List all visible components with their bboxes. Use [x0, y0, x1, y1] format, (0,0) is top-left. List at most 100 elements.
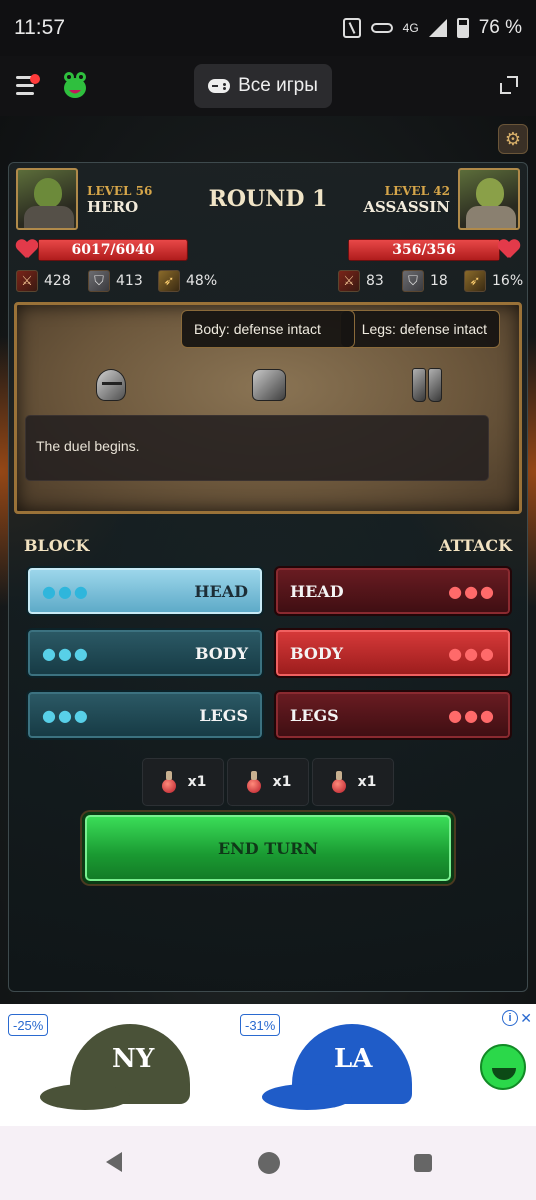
smiley-logo-icon — [480, 1044, 526, 1090]
block-body-button[interactable]: ●●● BODY — [26, 628, 264, 678]
attack-legs-dots: ●●● — [448, 705, 496, 725]
attack-head-label: HEAD — [290, 581, 344, 601]
block-legs-button[interactable]: ●●● LEGS — [26, 690, 264, 740]
cap-logo: NY — [112, 1044, 155, 1074]
potion-slot[interactable]: x1 — [227, 758, 309, 806]
legs-tooltip: Legs: defense intact — [340, 310, 500, 348]
clock: 11:57 — [14, 16, 65, 39]
all-games-label: Все игры — [238, 75, 318, 96]
battery-percent: 76 % — [478, 17, 522, 38]
potion-count: x1 — [272, 774, 292, 790]
shield-icon: ⛉ — [88, 270, 110, 292]
block-body-label: BODY — [194, 643, 248, 663]
crit-icon: ➶ — [158, 270, 180, 292]
enemy-attack-value: 83 — [366, 273, 384, 289]
health-potion-icon — [245, 771, 263, 793]
attack-legs-label: LEGS — [290, 705, 339, 725]
enemy-level: LEVEL 42 — [384, 184, 450, 198]
cap-logo: LA — [334, 1044, 373, 1074]
sword-icon: ⚔ — [338, 270, 360, 292]
battery-icon — [456, 18, 469, 38]
block-head-label: HEAD — [194, 581, 248, 601]
player-defense-stat: ⛉ 413 — [88, 270, 143, 292]
block-legs-dots: ●●● — [42, 705, 90, 725]
potion-count: x1 — [357, 774, 377, 790]
block-head-button[interactable]: ●●● HEAD — [26, 566, 264, 616]
attack-head-button[interactable]: HEAD ●●● — [274, 566, 512, 616]
body-tooltip: Body: defense intact — [181, 310, 355, 348]
cap-image: LA — [262, 1014, 422, 1124]
attack-heading: ATTACK — [439, 536, 512, 555]
player-heart-icon — [16, 240, 38, 260]
log-entry: The duel begins. — [36, 438, 140, 454]
health-potion-icon — [160, 771, 178, 793]
player-crit-stat: ➶ 48% — [158, 270, 217, 292]
discount-badge: -31% — [240, 1014, 281, 1036]
enemy-hp-bar: 356/356 — [348, 239, 500, 261]
legs-tooltip-text: Legs: defense intact — [361, 321, 487, 337]
ad-info-icon[interactable]: i — [502, 1010, 518, 1026]
network-type: 4G — [402, 21, 419, 35]
enemy-attack-stat: ⚔ 83 — [338, 270, 384, 292]
battle-log: The duel begins. — [25, 415, 489, 481]
vpn-key-icon — [370, 23, 393, 33]
potion-slot[interactable]: x1 — [142, 758, 224, 806]
player-attack-value: 428 — [44, 273, 71, 289]
status-bar: 11:57 4G 76 % — [0, 0, 536, 56]
health-potion-icon — [330, 771, 348, 793]
enemy-defense-stat: ⛉ 18 — [402, 270, 448, 292]
helmet-icon — [96, 369, 126, 401]
settings-gear-icon[interactable]: ⚙ — [498, 124, 528, 154]
crit-icon: ➶ — [464, 270, 486, 292]
attack-legs-button[interactable]: LEGS ●●● — [274, 690, 512, 740]
player-hp-text: 6017/6040 — [71, 242, 155, 258]
head-armor-slot[interactable] — [91, 365, 131, 405]
all-games-button[interactable]: Все игры — [194, 64, 332, 108]
body-armor-slot[interactable] — [249, 365, 289, 405]
block-legs-label: LEGS — [199, 705, 248, 725]
player-defense-value: 413 — [116, 273, 143, 289]
attack-body-dots: ●●● — [448, 643, 496, 663]
shield-icon: ⛉ — [402, 270, 424, 292]
potion-slot[interactable]: x1 — [312, 758, 394, 806]
attack-body-button[interactable]: BODY ●●● — [274, 628, 512, 678]
player-attack-stat: ⚔ 428 — [16, 270, 71, 292]
block-body-dots: ●●● — [42, 643, 90, 663]
status-icons: 4G 76 % — [342, 17, 522, 39]
ad-close-icon[interactable]: ✕ — [520, 1010, 532, 1027]
end-turn-label: END TURN — [217, 838, 319, 858]
enemy-crit-value: 16% — [492, 273, 524, 289]
end-turn-button[interactable]: END TURN — [82, 812, 454, 884]
enemy-hp-text: 356/356 — [392, 242, 456, 258]
ad-product-card[interactable]: LA -31% — [236, 1004, 458, 1124]
system-nav-bar — [0, 1126, 536, 1200]
ad-banner[interactable]: NY -25% LA -31% i ✕ — [0, 1004, 536, 1126]
cap-image: NY — [40, 1014, 200, 1124]
fullscreen-icon[interactable] — [500, 76, 518, 94]
ad-product-card[interactable]: NY -25% — [4, 1004, 226, 1124]
enemy-name: ASSASSIN — [363, 198, 450, 216]
game-area: ⚙ LEVEL 56 HERO ROUND 1 LEVEL 42 ASSASSI… — [0, 116, 536, 1004]
sword-icon: ⚔ — [16, 270, 38, 292]
signal-icon — [428, 19, 447, 37]
notification-dot — [30, 74, 40, 84]
recent-apps-icon[interactable] — [414, 1154, 432, 1172]
enemy-avatar — [458, 168, 520, 230]
nfc-icon — [342, 18, 361, 38]
player-crit-value: 48% — [186, 273, 218, 289]
block-head-dots: ●●● — [42, 581, 90, 601]
home-icon[interactable] — [258, 1152, 280, 1174]
discount-badge: -25% — [8, 1014, 49, 1036]
enemy-defense-value: 18 — [430, 273, 448, 289]
enemy-crit-stat: ➶ 16% — [464, 270, 523, 292]
gamepad-icon — [208, 79, 231, 93]
back-icon[interactable] — [106, 1152, 122, 1172]
body-tooltip-text: Body: defense intact — [194, 321, 321, 337]
boots-icon — [412, 368, 442, 402]
chest-armor-icon — [252, 369, 286, 401]
enemy-heart-icon — [498, 240, 520, 260]
legs-armor-slot[interactable] — [407, 365, 447, 405]
block-heading: BLOCK — [24, 536, 90, 555]
player-hp-bar: 6017/6040 — [38, 239, 188, 261]
frog-logo-icon[interactable] — [62, 70, 88, 100]
